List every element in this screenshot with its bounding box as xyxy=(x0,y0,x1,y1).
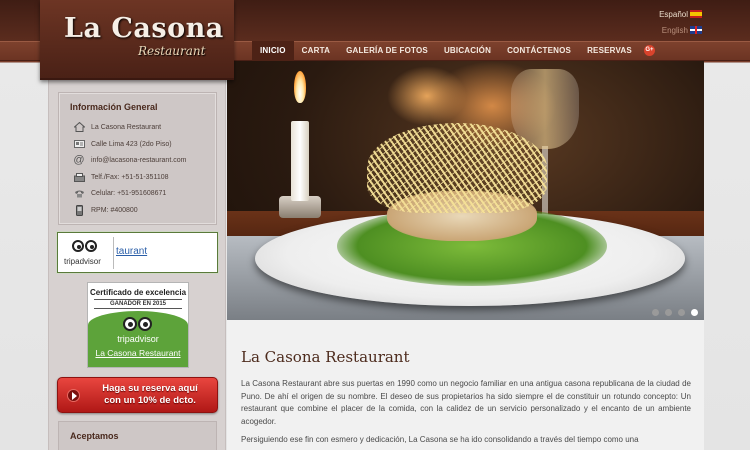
at-icon: @ xyxy=(73,154,85,166)
language-english[interactable]: English xyxy=(662,26,688,35)
main-content: La Casona Restaurant La Casona Restauran… xyxy=(227,320,704,450)
tripadvisor-wordmark: tripadvisor xyxy=(64,257,101,266)
reserve-line-1: Haga su reserva aquí xyxy=(102,383,198,394)
phone-icon xyxy=(73,188,85,198)
address-card-icon xyxy=(73,139,85,149)
logo[interactable]: La Casona Restaurant xyxy=(40,0,234,80)
info-row-text: Calle Lima 423 (2do Piso) xyxy=(91,140,172,148)
sidebar: Información General La Casona Restaurant… xyxy=(48,80,226,450)
logo-subtitle: Restaurant xyxy=(138,44,206,58)
tripadvisor-owl-icon xyxy=(72,239,98,253)
logo-name: La Casona xyxy=(64,13,224,44)
reserve-line-2: con un 10% de dcto. xyxy=(104,395,196,406)
nav-item-carta[interactable]: CARTA xyxy=(294,41,338,61)
info-row-rpm: RPM: #400800 xyxy=(73,204,138,216)
info-row-name: La Casona Restaurant xyxy=(73,121,161,133)
info-row-text: Telf./Fax: +51-51-351108 xyxy=(91,173,169,181)
intro-paragraph: La Casona Restaurant abre sus puertas en… xyxy=(241,379,691,426)
info-row-cell: Celular: +51-951608671 xyxy=(73,187,166,199)
slider-dot-4[interactable] xyxy=(691,309,698,316)
nav-item-contactenos[interactable]: CONTÁCTENOS xyxy=(499,41,579,61)
home-icon xyxy=(73,122,85,132)
certificate-title: Certificado de excelencia xyxy=(89,288,187,297)
mobile-icon xyxy=(73,204,85,216)
google-plus-icon[interactable]: G+ xyxy=(643,45,655,56)
main-nav: INICIO CARTA GALERÍA DE FOTOS UBICACIÓN … xyxy=(252,41,655,61)
candle xyxy=(291,121,309,201)
certificate-of-excellence-badge[interactable]: Certificado de excelencia GANADOR EN 201… xyxy=(87,282,189,368)
tripadvisor-link[interactable]: taurant xyxy=(116,246,147,257)
language-spanish[interactable]: Español xyxy=(659,10,688,19)
info-row-fax: Telf./Fax: +51-51-351108 xyxy=(73,171,169,183)
info-row-text: RPM: #400800 xyxy=(91,206,138,214)
info-row-email: @ info@lacasona-restaurant.com xyxy=(73,154,186,166)
hero-slider[interactable] xyxy=(227,61,704,320)
slider-dot-2[interactable] xyxy=(665,309,672,316)
uk-flag-icon[interactable] xyxy=(690,26,702,34)
tripadvisor-owl-icon xyxy=(123,317,153,333)
divider xyxy=(113,237,114,269)
fried-potato-straws xyxy=(367,123,547,213)
accepted-payments-panel: Aceptamos xyxy=(58,421,217,450)
certificate-subtitle: GANADOR EN 2015 xyxy=(94,299,182,309)
info-row-address: Calle Lima 423 (2do Piso) xyxy=(73,138,172,150)
info-row-text: Celular: +51-951608671 xyxy=(91,189,167,197)
info-title: Información General xyxy=(70,102,158,112)
info-panel: Información General La Casona Restaurant… xyxy=(58,92,217,225)
second-paragraph: Persiguiendo ese fin con esmero y dedica… xyxy=(241,435,639,444)
nav-item-galeria[interactable]: GALERÍA DE FOTOS xyxy=(338,41,436,61)
slider-dot-1[interactable] xyxy=(652,309,659,316)
certificate-link[interactable]: La Casona Restaurant xyxy=(88,348,188,358)
slider-dots xyxy=(652,309,698,316)
reserve-button[interactable]: Haga su reserva aquí con un 10% de dcto. xyxy=(57,377,218,413)
fax-icon xyxy=(73,172,85,182)
tripadvisor-widget[interactable]: tripadvisor taurant xyxy=(57,232,218,273)
info-row-text: La Casona Restaurant xyxy=(91,123,162,131)
info-row-text: info@lacasona-restaurant.com xyxy=(91,156,187,164)
spain-flag-icon[interactable] xyxy=(690,10,702,18)
page-title: La Casona Restaurant xyxy=(241,348,410,366)
reserve-label: Haga su reserva aquí con un 10% de dcto. xyxy=(86,383,214,407)
nav-item-inicio[interactable]: INICIO xyxy=(252,41,294,61)
nav-item-ubicacion[interactable]: UBICACIÓN xyxy=(436,41,499,61)
accept-title: Aceptamos xyxy=(70,431,119,441)
candle-flame xyxy=(294,71,306,103)
play-icon xyxy=(67,389,80,402)
certificate-brand: tripadvisor xyxy=(117,334,159,344)
nav-item-reservas[interactable]: RESERVAS xyxy=(579,41,640,61)
slider-dot-3[interactable] xyxy=(678,309,685,316)
